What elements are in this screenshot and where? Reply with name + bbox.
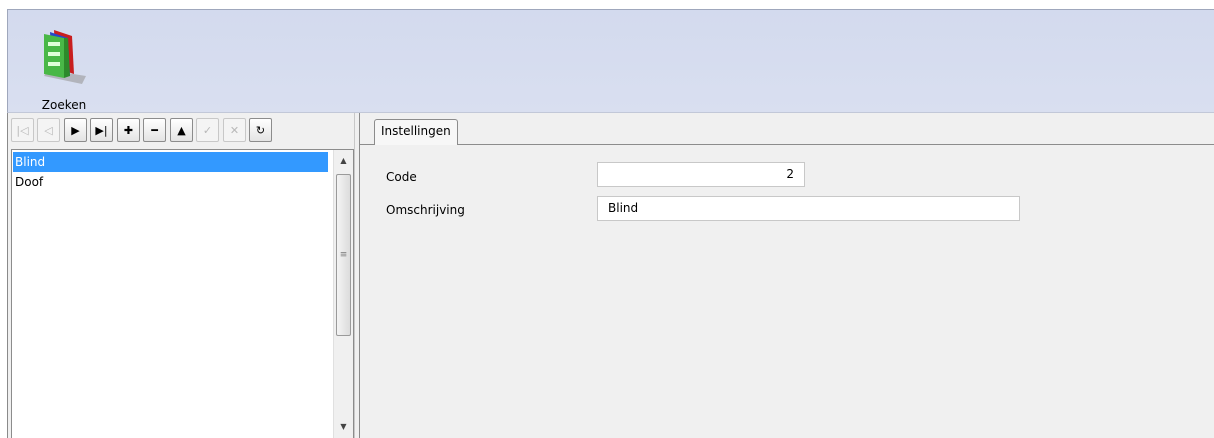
next-icon: ▶ <box>71 123 80 137</box>
edit-record-button[interactable]: ▲ <box>170 118 193 142</box>
minus-icon: ━ <box>151 123 158 137</box>
scroll-up-icon[interactable]: ▲ <box>334 152 353 170</box>
ribbon: Zoeken <box>7 9 1214 113</box>
cancel-record-button[interactable]: ✕ <box>223 118 246 142</box>
prior-icon: ◁ <box>44 123 53 137</box>
code-field[interactable]: 2 <box>597 162 805 187</box>
record-list-panel: |◁ ◁ ▶ ▶| ✚ ━ ▲ ✓ ✕ ↻ Blind Doof ▲ ≡ ▼ <box>7 113 354 438</box>
record-navigator: |◁ ◁ ▶ ▶| ✚ ━ ▲ ✓ ✕ ↻ <box>11 118 354 148</box>
tab-divider <box>360 144 1214 145</box>
description-field[interactable]: Blind <box>597 196 1020 221</box>
prior-record-button[interactable]: ◁ <box>37 118 60 142</box>
grip-icon: ≡ <box>339 250 348 260</box>
code-label: Code <box>386 170 417 184</box>
next-record-button[interactable]: ▶ <box>64 118 87 142</box>
refresh-button[interactable]: ↻ <box>249 118 272 142</box>
post-record-button[interactable]: ✓ <box>196 118 219 142</box>
insert-record-button[interactable]: ✚ <box>117 118 140 142</box>
search-button[interactable]: Zoeken <box>28 20 98 112</box>
detail-panel: Instellingen Code 2 Omschrijving Blind <box>360 113 1214 438</box>
up-triangle-icon: ▲ <box>177 123 186 137</box>
scroll-thumb[interactable]: ≡ <box>336 174 351 336</box>
first-record-button[interactable]: |◁ <box>11 118 34 142</box>
search-button-label: Zoeken <box>41 98 87 112</box>
books-icon <box>44 30 86 84</box>
description-label: Omschrijving <box>386 203 465 217</box>
last-icon: ▶| <box>95 123 108 137</box>
cancel-icon: ✕ <box>229 123 240 137</box>
list-scrollbar[interactable]: ▲ ≡ ▼ <box>333 150 353 438</box>
refresh-icon: ↻ <box>255 123 266 137</box>
check-icon: ✓ <box>202 123 213 137</box>
last-record-button[interactable]: ▶| <box>90 118 113 142</box>
record-list[interactable]: Blind Doof ▲ ≡ ▼ <box>11 149 354 438</box>
plus-icon: ✚ <box>123 123 134 137</box>
first-icon: |◁ <box>16 123 29 137</box>
tab-instellingen[interactable]: Instellingen <box>374 119 458 145</box>
list-item[interactable]: Blind <box>13 152 328 172</box>
scroll-down-icon[interactable]: ▼ <box>334 418 353 436</box>
list-item[interactable]: Doof <box>13 172 328 192</box>
delete-record-button[interactable]: ━ <box>143 118 166 142</box>
